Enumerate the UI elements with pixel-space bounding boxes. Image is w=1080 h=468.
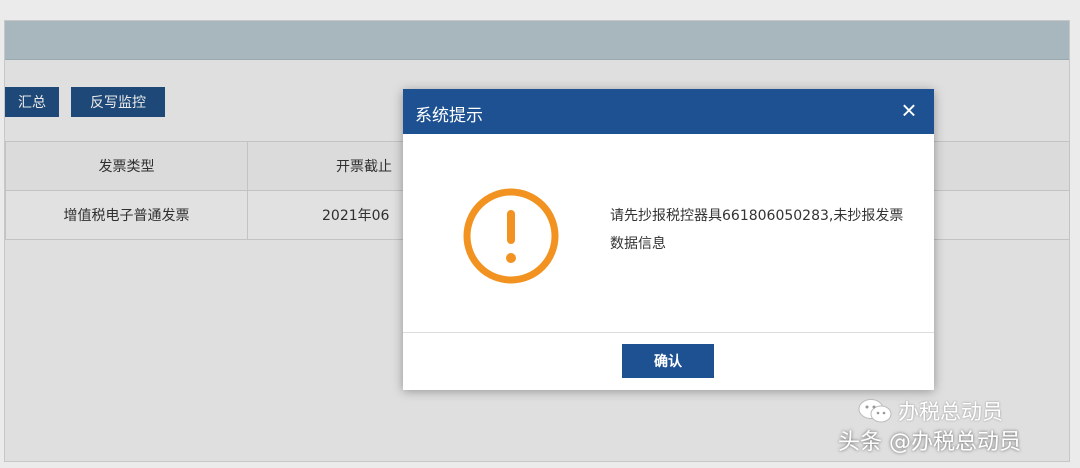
dialog-body: 请先抄报税控器具661806050283,未抄报发票数据信息 — [403, 134, 934, 332]
dialog-titlebar: 系统提示 × — [403, 89, 934, 134]
system-prompt-dialog: 系统提示 × 请先抄报税控器具661806050283,未抄报发票数据信息 确认 — [403, 89, 934, 390]
toutiao-watermark: 头条 @办税总动员 — [838, 430, 1021, 455]
dialog-footer: 确认 — [403, 332, 934, 390]
dialog-message: 请先抄报税控器具661806050283,未抄报发票数据信息 — [610, 208, 904, 252]
close-icon[interactable]: × — [894, 95, 924, 125]
dialog-title: 系统提示 — [415, 106, 483, 126]
confirm-button[interactable]: 确认 — [622, 344, 714, 378]
warning-circle-icon — [461, 186, 561, 290]
wechat-watermark-text: 办税总动员 — [898, 400, 1003, 424]
